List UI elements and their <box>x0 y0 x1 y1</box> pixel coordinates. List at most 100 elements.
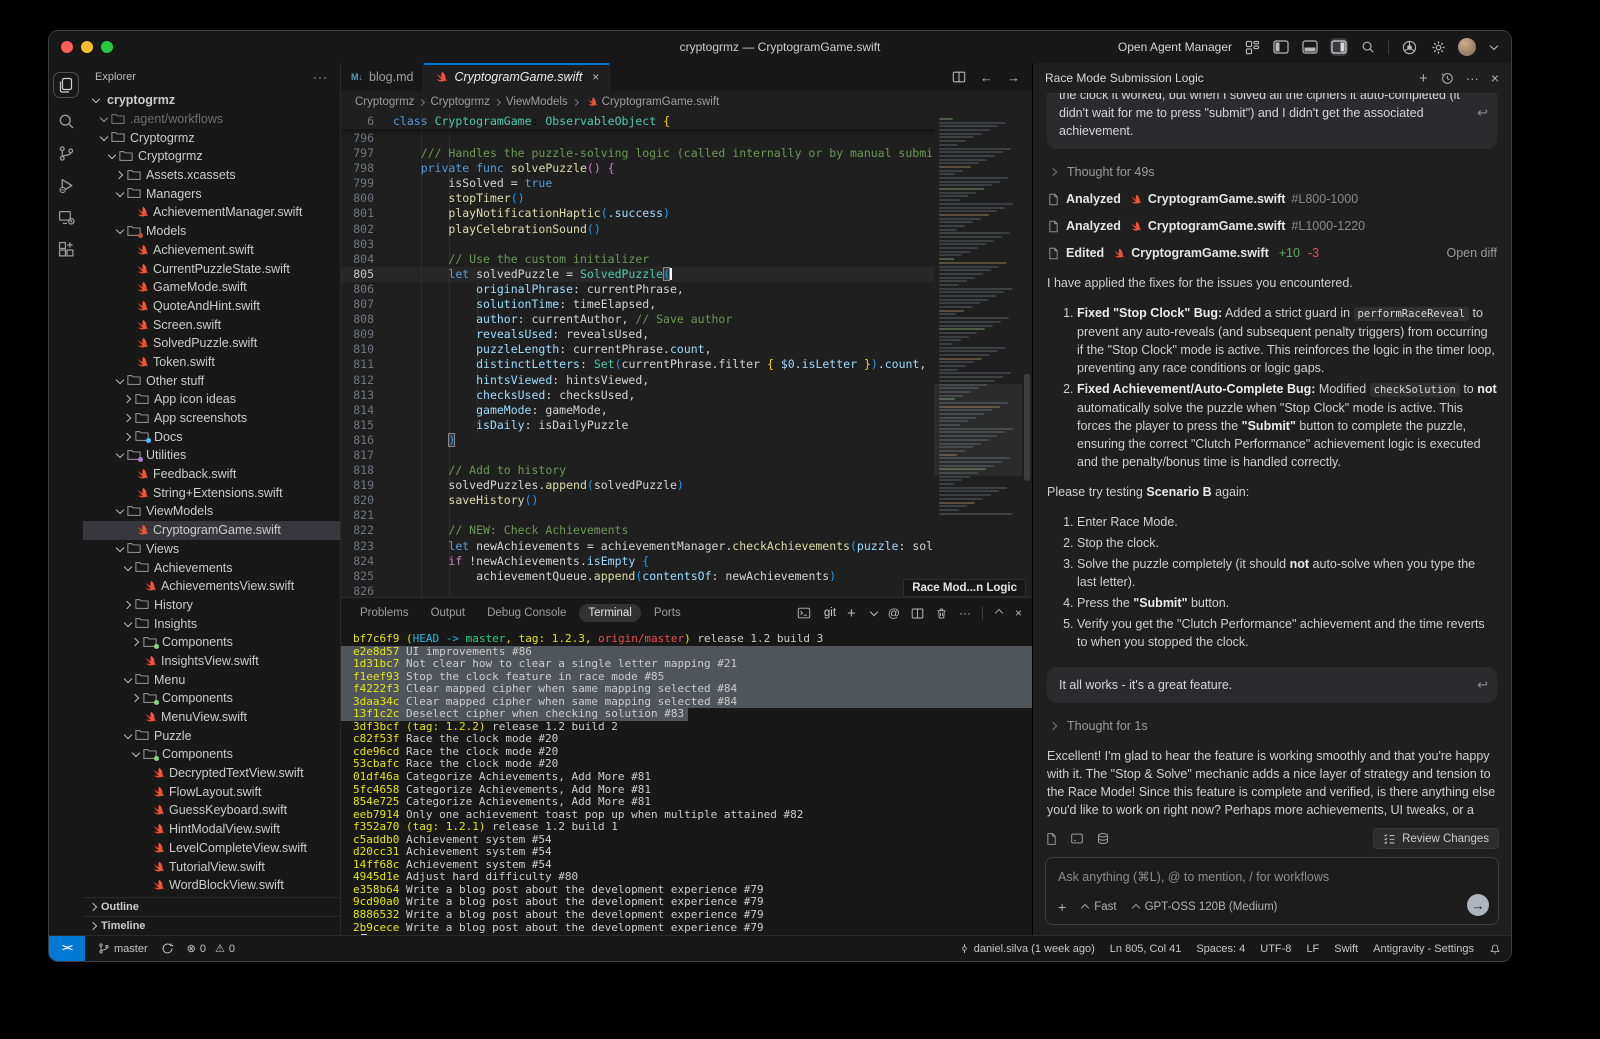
tool-call-row[interactable]: AnalyzedCryptogramGame.swift#L1000-1220 <box>1047 217 1497 235</box>
code-line[interactable]: 818 // Add to history <box>341 463 1032 478</box>
tree-item-achievementsview-swift[interactable]: AchievementsView.swift <box>83 577 340 596</box>
timeline-section[interactable]: Timeline <box>83 916 340 935</box>
code-line[interactable]: 824 if !newAchievements.isEmpty { <box>341 554 1032 569</box>
sticky-scroll-line[interactable]: 6 class CryptogramGame: ObservableObject… <box>341 113 1032 129</box>
indentation-setting[interactable]: Spaces: 4 <box>1196 943 1245 955</box>
tree-item-insightsview-swift[interactable]: InsightsView.swift <box>83 652 340 671</box>
tree-item-components[interactable]: Components <box>83 745 340 764</box>
tree-item-string-extensions-swift[interactable]: String+Extensions.swift <box>83 483 340 502</box>
tree-item-achievementmanager-swift[interactable]: AchievementManager.swift <box>83 203 340 222</box>
close-chat-icon[interactable]: × <box>1491 70 1499 86</box>
app-settings[interactable]: Antigravity - Settings <box>1373 943 1474 955</box>
tree-item-viewmodels[interactable]: ViewModels <box>83 502 340 521</box>
terminal-dropdown-icon[interactable] <box>867 606 877 620</box>
thought-toggle[interactable]: Thought for 49s <box>1047 163 1497 181</box>
code-line[interactable]: 806 originalPhrase: currentPhrase, <box>341 282 1032 297</box>
explorer-activity-icon[interactable] <box>53 72 79 98</box>
close-tab-icon[interactable]: × <box>592 70 599 84</box>
tree-item-hintmodalview-swift[interactable]: HintModalView.swift <box>83 820 340 839</box>
forward-icon[interactable]: → <box>1007 70 1020 85</box>
tree-item-menuview-swift[interactable]: MenuView.swift <box>83 708 340 727</box>
close-panel-icon[interactable]: × <box>1015 606 1022 620</box>
tree-item-decryptedtextview-swift[interactable]: DecryptedTextView.swift <box>83 764 340 783</box>
attach-file-icon[interactable] <box>1045 832 1058 846</box>
code-line[interactable]: 800 stopTimer() <box>341 191 1032 206</box>
source-control-icon[interactable] <box>58 145 75 162</box>
add-context-icon[interactable]: + <box>1058 899 1066 915</box>
code-line[interactable]: 820 saveHistory() <box>341 493 1032 508</box>
extensions-icon[interactable] <box>58 241 75 258</box>
code-line[interactable]: 807 solutionTime: timeElapsed, <box>341 297 1032 312</box>
browser-icon[interactable] <box>1400 38 1418 56</box>
tree-item-components[interactable]: Components <box>83 689 340 708</box>
tree-item-models[interactable]: Models <box>83 222 340 241</box>
new-terminal-icon[interactable]: + <box>847 605 856 622</box>
tree-item-history[interactable]: History <box>83 596 340 615</box>
tree-item-achievements[interactable]: Achievements <box>83 558 340 577</box>
minimap[interactable] <box>934 113 1022 597</box>
code-line[interactable]: 817 <box>341 448 1032 463</box>
tree-item-cryptogramgame-swift[interactable]: CryptogramGame.swift <box>83 521 340 540</box>
run-debug-icon[interactable] <box>58 177 75 194</box>
open-diff-button[interactable]: Open diff <box>1446 244 1497 262</box>
panel-tab-ports[interactable]: Ports <box>645 604 690 622</box>
tree-item-app-screenshots[interactable]: App screenshots <box>83 409 340 428</box>
outline-section[interactable]: Outline <box>83 897 340 916</box>
restore-checkpoint-icon[interactable]: ↩ <box>1477 676 1488 694</box>
tree-item-cryptogrmz[interactable]: Cryptogrmz <box>83 147 340 166</box>
code-line[interactable]: 802 playCelebrationSound() <box>341 222 1032 237</box>
panel-tab-debug-console[interactable]: Debug Console <box>478 604 575 622</box>
tree-item-app-icon-ideas[interactable]: App icon ideas <box>83 390 340 409</box>
tree-item-menu[interactable]: Menu <box>83 670 340 689</box>
back-icon[interactable]: ← <box>980 70 993 85</box>
model-selector[interactable]: GPT-OSS 120B (Medium) <box>1131 901 1278 913</box>
search-icon[interactable] <box>1359 38 1377 56</box>
tree-item-other-stuff[interactable]: Other stuff <box>83 371 340 390</box>
remote-indicator[interactable]: >< <box>49 936 85 961</box>
chat-input[interactable] <box>1058 870 1486 884</box>
code-line[interactable]: 803 <box>341 237 1032 252</box>
terminal-context-icon[interactable] <box>1070 832 1084 845</box>
code-line[interactable]: 819 solvedPuzzles.append(solvedPuzzle) <box>341 478 1032 493</box>
tree-item-cryptogrmz[interactable]: Cryptogrmz <box>83 128 340 147</box>
tree-item-quoteandhint-swift[interactable]: QuoteAndHint.swift <box>83 297 340 316</box>
chat-more-icon[interactable]: ··· <box>1466 71 1479 86</box>
toggle-bottom-panel-icon[interactable] <box>1301 38 1319 56</box>
code-line[interactable]: 810 puzzleLength: currentPhrase.count, <box>341 342 1032 357</box>
tree-item-tutorialview-swift[interactable]: TutorialView.swift <box>83 857 340 876</box>
tree-item-insights[interactable]: Insights <box>83 614 340 633</box>
close-window-button[interactable] <box>61 41 73 53</box>
code-line[interactable]: 797 /// Handles the puzzle-solving logic… <box>341 146 1032 161</box>
tree-item-solvedpuzzle-swift[interactable]: SolvedPuzzle.swift <box>83 334 340 353</box>
chat-input-box[interactable]: + Fast GPT-OSS 120B (Medium) → <box>1045 857 1499 925</box>
tree-item-views[interactable]: Views <box>83 540 340 559</box>
settings-gear-icon[interactable] <box>1429 38 1447 56</box>
code-line[interactable]: 804 // Use the custom initializer <box>341 252 1032 267</box>
tree-item-docs[interactable]: Docs <box>83 427 340 446</box>
tree-item--agent-workflows[interactable]: .agent/workflows <box>83 110 340 129</box>
agent-manager-icon[interactable] <box>1243 38 1261 56</box>
tree-item-wordblockview-swift[interactable]: WordBlockView.swift <box>83 876 340 895</box>
code-line[interactable]: 805 let solvedPuzzle = SolvedPuzzle( <box>341 267 1032 282</box>
panel-more-icon[interactable]: ··· <box>959 606 971 620</box>
code-line[interactable]: 816 ) <box>341 433 1032 448</box>
tree-item-cryptogrmz[interactable]: cryptogrmz <box>83 91 340 110</box>
sync-icon[interactable] <box>161 942 174 955</box>
notifications-bell-icon[interactable] <box>1489 942 1501 955</box>
breadcrumb-item[interactable]: Cryptogrmz <box>430 96 489 108</box>
remote-explorer-icon[interactable] <box>58 209 75 226</box>
tool-call-row[interactable]: AnalyzedCryptogramGame.swift#L800-1000 <box>1047 190 1497 208</box>
agent-panel-peek-label[interactable]: Race Mod...n Logic <box>903 579 1026 597</box>
mode-selector[interactable]: Fast <box>1080 901 1116 913</box>
tree-item-achievement-swift[interactable]: Achievement.swift <box>83 241 340 260</box>
branch-indicator[interactable]: master <box>98 942 148 955</box>
user-avatar[interactable] <box>1458 38 1476 56</box>
language-mode[interactable]: Swift <box>1334 943 1358 955</box>
restore-checkpoint-icon[interactable]: ↩ <box>1477 104 1488 122</box>
thought-toggle[interactable]: Thought for 1s <box>1047 717 1497 735</box>
at-mention-icon[interactable]: @ <box>888 606 900 620</box>
review-changes-button[interactable]: Review Changes <box>1373 828 1499 849</box>
code-line[interactable]: 796 <box>341 131 1032 146</box>
history-icon[interactable] <box>1440 71 1454 85</box>
cursor-position[interactable]: Ln 805, Col 41 <box>1110 943 1182 955</box>
